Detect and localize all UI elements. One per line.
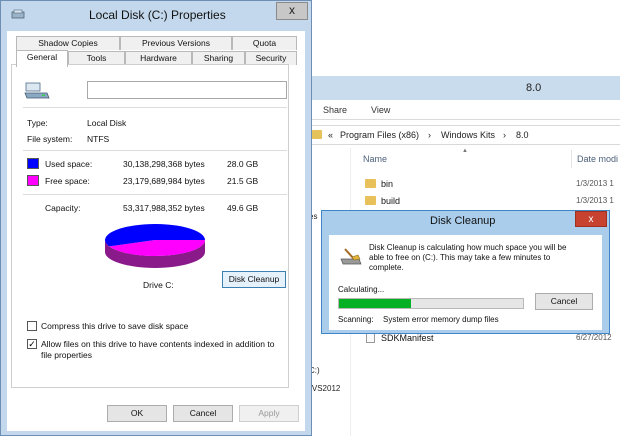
column-header-date[interactable]: Date modi xyxy=(577,154,618,164)
tab-row-bottom: General Tools Hardware Sharing Security xyxy=(16,50,297,67)
tab-security[interactable]: Security xyxy=(245,51,297,65)
drive-name-input[interactable] xyxy=(87,81,287,99)
free-space-swatch xyxy=(27,175,39,186)
used-space-gb: 28.0 GB xyxy=(227,159,259,169)
tab-row-top: Shadow Copies Previous Versions Quota xyxy=(16,36,297,50)
disk-cleanup-dialog: Disk Cleanup x Disk Cleanup is calculati… xyxy=(321,210,610,334)
file-date: 1/3/2013 1 xyxy=(576,179,614,188)
divider xyxy=(23,107,287,108)
index-label[interactable]: Allow files on this drive to have conten… xyxy=(41,339,274,349)
ok-button[interactable]: OK xyxy=(107,405,167,422)
breadcrumb-overflow[interactable]: « xyxy=(328,130,333,140)
capacity-label: Capacity: xyxy=(45,203,81,213)
free-space-bytes: 23,179,689,984 bytes xyxy=(123,176,205,186)
scanning-value: System error memory dump files xyxy=(383,315,499,324)
index-label-continued[interactable]: file properties xyxy=(41,350,92,360)
breadcrumb-8-0[interactable]: 8.0 xyxy=(516,130,529,140)
progress-fill xyxy=(339,299,411,308)
tab-shadow-copies[interactable]: Shadow Copies xyxy=(16,36,120,50)
used-space-swatch xyxy=(27,158,39,169)
file-system-label: File system: xyxy=(27,134,73,144)
tab-previous-versions[interactable]: Previous Versions xyxy=(120,36,232,50)
disk-cleanup-icon xyxy=(340,248,362,265)
properties-dialog: Local Disk (C:) Properties x Shadow Copi… xyxy=(0,0,312,436)
type-value: Local Disk xyxy=(87,118,127,128)
capacity-bytes: 53,317,988,352 bytes xyxy=(123,203,205,213)
ribbon-tab-view[interactable]: View xyxy=(371,105,390,115)
folder-icon xyxy=(365,196,376,205)
apply-button[interactable]: Apply xyxy=(239,405,299,422)
folder-icon xyxy=(312,130,322,139)
compress-checkbox[interactable] xyxy=(27,321,37,331)
column-divider[interactable] xyxy=(571,150,572,168)
file-system-value: NTFS xyxy=(87,134,110,144)
file-date: 1/3/2013 1 xyxy=(576,196,614,205)
file-name: SDKManifest xyxy=(381,333,434,343)
index-checkbox[interactable]: ✓ xyxy=(27,339,37,349)
used-space-label: Used space: xyxy=(45,159,93,169)
address-bar[interactable]: « Program Files (x86) › Windows Kits › 8… xyxy=(307,125,620,145)
message-line: Disk Cleanup is calculating how much spa… xyxy=(369,243,567,252)
progress-bar xyxy=(338,298,524,309)
drive-icon xyxy=(11,9,25,19)
file-row[interactable]: bin 1/3/2013 1 xyxy=(363,176,620,192)
tab-tools[interactable]: Tools xyxy=(68,51,125,65)
breadcrumb-separator-icon: › xyxy=(428,130,431,140)
free-space-gb: 21.5 GB xyxy=(227,176,259,186)
file-date: 6/27/2012 xyxy=(576,333,612,342)
nav-item[interactable]: ) VS2012 xyxy=(307,384,340,393)
ribbon-tab-share[interactable]: Share xyxy=(323,105,347,115)
sort-ascending-icon: ▲ xyxy=(462,148,468,154)
cleanup-message: Disk Cleanup is calculating how much spa… xyxy=(369,243,595,273)
folder-icon xyxy=(365,179,376,188)
explorer-titlebar[interactable]: 8.0 xyxy=(301,76,620,100)
used-space-bytes: 30,138,298,368 bytes xyxy=(123,159,205,169)
cancel-button[interactable]: Cancel xyxy=(173,405,233,422)
file-name: build xyxy=(381,196,401,206)
disk-usage-pie-chart xyxy=(105,224,205,268)
free-space-label: Free space: xyxy=(45,176,90,186)
tab-general[interactable]: General xyxy=(16,50,68,67)
message-line: complete. xyxy=(369,263,404,272)
divider xyxy=(23,194,287,195)
file-name: bin xyxy=(381,179,394,189)
tab-quota[interactable]: Quota xyxy=(232,36,297,50)
close-button[interactable]: x xyxy=(276,2,308,20)
scanning-label: Scanning: xyxy=(338,315,374,324)
tab-sharing[interactable]: Sharing xyxy=(192,51,245,65)
dialog-title: Local Disk (C:) Properties xyxy=(89,8,226,22)
drive-icon xyxy=(24,82,50,99)
close-button[interactable]: x xyxy=(575,211,607,227)
column-header-name[interactable]: Name xyxy=(363,154,387,164)
tab-hardware[interactable]: Hardware xyxy=(125,51,192,65)
compress-label[interactable]: Compress this drive to save disk space xyxy=(41,321,188,331)
dialog-body: Disk Cleanup is calculating how much spa… xyxy=(329,235,602,330)
cancel-button[interactable]: Cancel xyxy=(535,293,593,310)
capacity-gb: 49.6 GB xyxy=(227,203,259,213)
disk-cleanup-button[interactable]: Disk Cleanup xyxy=(222,271,286,288)
divider xyxy=(23,150,287,151)
explorer-title: 8.0 xyxy=(526,82,542,94)
message-line: able to free on (C:). This may take a fe… xyxy=(369,253,551,262)
breadcrumb-windows-kits[interactable]: Windows Kits xyxy=(441,130,495,140)
calculating-label: Calculating... xyxy=(338,285,385,294)
type-label: Type: xyxy=(27,118,48,128)
file-row[interactable]: build 1/3/2013 1 xyxy=(363,193,620,209)
breadcrumb-separator-icon: › xyxy=(503,130,506,140)
drive-label: Drive C: xyxy=(143,280,174,290)
breadcrumb-program-files[interactable]: Program Files (x86) xyxy=(340,130,419,140)
dialog-title: Disk Cleanup xyxy=(430,215,496,227)
explorer-ribbon: Share View xyxy=(301,100,620,120)
